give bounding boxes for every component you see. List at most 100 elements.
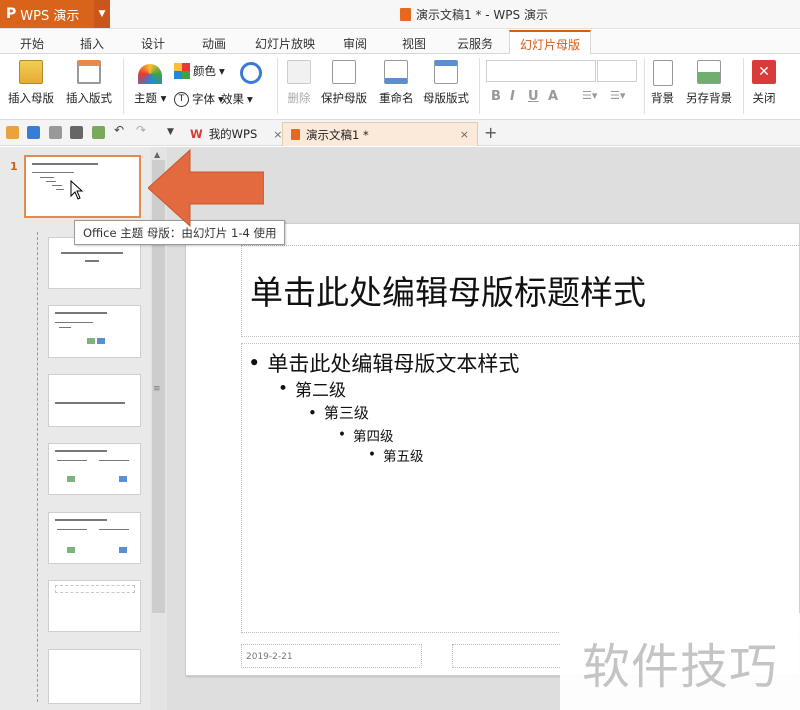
save-background-button[interactable]: 另存背景	[686, 60, 732, 106]
font-size-combo[interactable]	[597, 60, 637, 82]
title-bar: P WPS 演示 ▼ 演示文稿1 * - WPS 演示	[0, 0, 800, 29]
font-name-combo[interactable]	[486, 60, 596, 82]
ribbon-separator	[743, 58, 744, 114]
tab-my-wps-label: 我的WPS	[208, 127, 258, 141]
italic-button[interactable]: I	[510, 89, 515, 104]
body-placeholder[interactable]: • 单击此处编辑母版文本样式 • 第二级 • 第三级 • 第四级 • 第五级	[241, 343, 800, 633]
effect-dropdown[interactable]: 效果 ▾	[221, 91, 253, 107]
watermark-text: 软件技巧	[560, 613, 800, 710]
close-icon: ✕	[752, 60, 776, 84]
bold-button[interactable]: B	[491, 89, 501, 104]
thumb-text-line	[52, 185, 62, 186]
underline-button[interactable]: U	[528, 89, 539, 104]
thumb-image	[97, 338, 105, 344]
background-icon	[652, 60, 673, 86]
master-slide[interactable]: 单击此处编辑母版标题样式 • 单击此处编辑母版文本样式 • 第二级 • 第三级 • 第四…	[185, 223, 800, 676]
rename-icon	[384, 60, 409, 84]
color-dropdown[interactable]: 颜色 ▾	[174, 63, 225, 79]
tab-presentation-1[interactable]: 演示文稿1 * ×	[282, 122, 478, 146]
tab-review[interactable]: 审阅	[343, 35, 367, 52]
background-button[interactable]: 背景	[651, 60, 674, 106]
tab-my-wps[interactable]: W 我的WPS ×	[182, 122, 291, 146]
splitter-grip-icon[interactable]: ≡	[153, 384, 161, 394]
undo-icon[interactable]: ↶	[114, 123, 127, 137]
bullet-list-icon[interactable]: ☰▾	[582, 89, 597, 102]
close-tab-icon[interactable]: ×	[460, 128, 469, 141]
thumb-title-line	[61, 252, 123, 254]
ribbon-separator	[123, 58, 124, 114]
save-background-icon	[697, 60, 721, 84]
insert-layout-icon	[77, 60, 101, 84]
color-grid-icon	[174, 63, 190, 79]
tab-presentation-label: 演示文稿1 *	[306, 127, 369, 142]
thumb-text-line	[32, 172, 74, 173]
tab-insert[interactable]: 插入	[80, 35, 104, 52]
font-color-button[interactable]: A	[548, 89, 558, 104]
chevron-down-icon[interactable]: ▼	[94, 0, 110, 28]
tab-design[interactable]: 设计	[141, 35, 165, 52]
rainbow-theme-icon	[138, 64, 163, 84]
protect-master-label: 保护母版	[321, 91, 367, 105]
master-layout-icon	[434, 60, 458, 84]
layout-thumbnail[interactable]	[48, 649, 141, 704]
insert-master-button[interactable]: 插入母版	[8, 60, 54, 106]
redo-icon[interactable]: ↷	[136, 123, 149, 137]
close-master-button[interactable]: ✕ 关闭	[752, 60, 776, 106]
open-folder-icon[interactable]	[6, 126, 19, 139]
thumb-text-line	[55, 322, 93, 323]
font-t-icon: T	[174, 91, 189, 107]
layout-connector-line	[37, 232, 38, 702]
mouse-cursor-icon	[70, 180, 84, 200]
insert-master-icon	[19, 60, 43, 84]
layout-thumbnail[interactable]	[48, 305, 141, 358]
effect-circle-icon[interactable]	[240, 62, 262, 84]
save-icon[interactable]	[27, 126, 40, 139]
slide-title: 单击此处编辑母版标题样式	[250, 273, 646, 312]
insert-master-label: 插入母版	[8, 91, 54, 105]
layout-thumbnail[interactable]	[48, 580, 141, 632]
level-5-text: • 第五级	[368, 447, 424, 465]
new-tab-button[interactable]: +	[484, 123, 497, 142]
tab-cloud[interactable]: 云服务	[457, 35, 493, 52]
protect-master-button[interactable]: 保护母版	[321, 60, 367, 106]
title-placeholder[interactable]: 单击此处编辑母版标题样式	[241, 245, 800, 337]
pointer-arrow-icon	[148, 148, 264, 228]
font-dropdown[interactable]: T 字体 ▾	[174, 91, 224, 107]
rename-button[interactable]: 重命名	[379, 60, 414, 106]
master-layout-button[interactable]: 母版版式	[423, 60, 469, 106]
delete-button[interactable]: 删除	[287, 60, 311, 106]
slide-date: 2019-2-21	[246, 652, 293, 662]
delete-label: 删除	[287, 91, 311, 105]
export-pdf-icon[interactable]	[49, 126, 62, 139]
tab-start[interactable]: 开始	[20, 35, 44, 52]
thumb-text-line	[40, 177, 54, 178]
layout-thumbnail[interactable]	[48, 443, 141, 495]
thumb-image	[119, 476, 127, 482]
background-label: 背景	[651, 91, 674, 105]
level-1-text: • 单击此处编辑母版文本样式	[248, 351, 520, 376]
numbered-list-icon[interactable]: ☰▾	[610, 89, 625, 102]
thumb-image	[87, 338, 95, 344]
layout-thumbnail[interactable]	[48, 374, 141, 427]
thumb-title-line	[32, 163, 98, 165]
app-menu-button[interactable]: P WPS 演示 ▼	[0, 0, 110, 28]
thumb-title-line	[55, 519, 107, 521]
tab-animation[interactable]: 动画	[202, 35, 226, 52]
thumb-text-line	[56, 189, 64, 190]
tab-view[interactable]: 视图	[402, 35, 426, 52]
font-label: 字体	[192, 92, 215, 106]
level-2-text: • 第二级	[278, 378, 347, 402]
print-icon[interactable]	[70, 126, 83, 139]
delete-slide-icon	[287, 60, 311, 84]
save-background-label: 另存背景	[686, 91, 732, 105]
tab-slide-master[interactable]: 幻灯片母版	[509, 30, 592, 55]
thumb-placeholder	[55, 585, 135, 593]
insert-layout-button[interactable]: 插入版式	[66, 60, 112, 106]
customize-dropdown-icon[interactable]: ▼	[167, 127, 180, 140]
layout-thumbnail[interactable]	[48, 512, 141, 564]
theme-button[interactable]: 主题 ▾	[134, 60, 166, 106]
print-preview-icon[interactable]	[92, 126, 105, 139]
tab-slideshow[interactable]: 幻灯片放映	[255, 35, 315, 52]
ribbon-separator	[644, 58, 645, 114]
presentation-doc-icon	[291, 129, 300, 140]
